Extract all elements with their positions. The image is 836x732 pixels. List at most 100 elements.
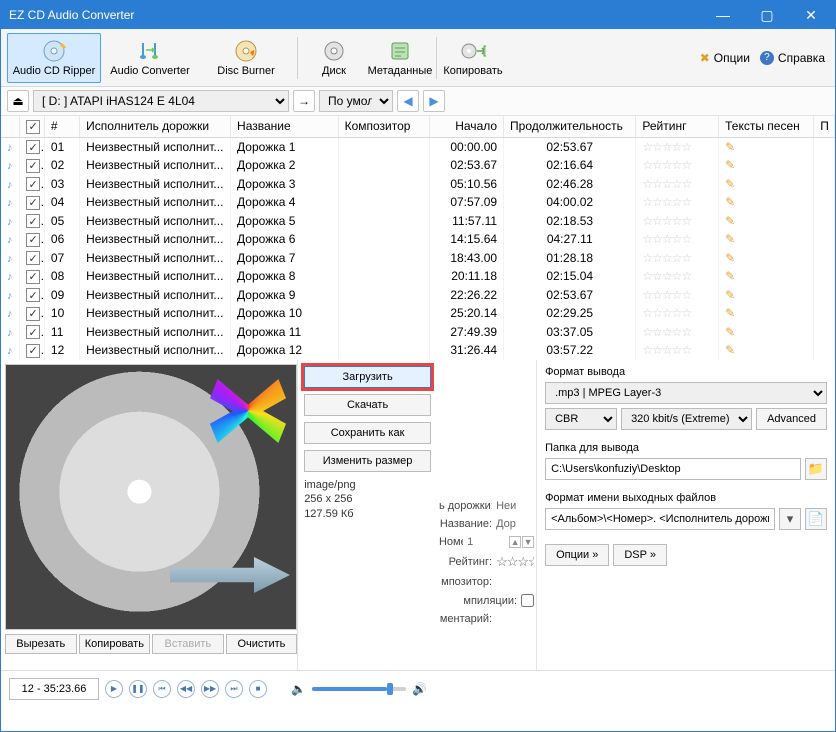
prop-number-nav[interactable]: ▲▼ bbox=[509, 536, 534, 548]
paste-button[interactable]: Вставить bbox=[152, 634, 224, 654]
table-row[interactable]: ♪✓12Неизвестный исполнит...Дорожка 1231:… bbox=[1, 341, 835, 360]
load-button[interactable]: Загрузить bbox=[304, 366, 431, 388]
nav-next-button[interactable]: ▶ bbox=[423, 90, 445, 112]
col-artist[interactable]: Исполнитель дорожки bbox=[80, 116, 231, 137]
check-all[interactable]: ✓ bbox=[26, 120, 40, 134]
col-composer[interactable]: Композитор bbox=[338, 116, 429, 137]
output-folder-input[interactable] bbox=[545, 458, 801, 480]
prev-track-button[interactable]: ⏮ bbox=[153, 680, 171, 698]
bitrate-select[interactable]: 320 kbit/s (Extreme) bbox=[621, 408, 752, 430]
mode-select[interactable]: CBR bbox=[545, 408, 617, 430]
pause-button[interactable]: ❚❚ bbox=[129, 680, 147, 698]
table-row[interactable]: ♪✓04Неизвестный исполнит...Дорожка 407:5… bbox=[1, 193, 835, 212]
table-row[interactable]: ♪✓05Неизвестный исполнит...Дорожка 511:5… bbox=[1, 212, 835, 231]
browse-folder-button[interactable]: 📁 bbox=[805, 458, 827, 480]
track-lyrics[interactable]: ✎ bbox=[719, 267, 814, 286]
help-link[interactable]: ? Справка bbox=[756, 49, 829, 67]
clear-button[interactable]: Очистить bbox=[226, 634, 298, 654]
rewind-button[interactable]: ◀◀ bbox=[177, 680, 195, 698]
nav-prev-button[interactable]: ◀ bbox=[397, 90, 419, 112]
track-rating[interactable]: ☆☆☆☆☆ bbox=[636, 212, 719, 231]
track-checkbox[interactable]: ✓ bbox=[26, 233, 40, 247]
track-rating[interactable]: ☆☆☆☆☆ bbox=[636, 341, 719, 360]
save-as-button[interactable]: Сохранить как bbox=[304, 422, 431, 444]
metadata-menu-button[interactable]: Метаданные bbox=[368, 33, 432, 83]
track-rating[interactable]: ☆☆☆☆☆ bbox=[636, 286, 719, 305]
track-checkbox[interactable]: ✓ bbox=[26, 140, 40, 154]
track-checkbox[interactable]: ✓ bbox=[26, 196, 40, 210]
close-button[interactable]: ✕ bbox=[789, 1, 833, 29]
track-rating[interactable]: ☆☆☆☆☆ bbox=[636, 304, 719, 323]
advanced-button[interactable]: Advanced bbox=[756, 408, 827, 430]
track-lyrics[interactable]: ✎ bbox=[719, 323, 814, 342]
track-lyrics[interactable]: ✎ bbox=[719, 286, 814, 305]
drive-select[interactable]: [ D: ] ATAPI iHAS124 E 4L04 bbox=[33, 90, 289, 112]
track-checkbox[interactable]: ✓ bbox=[26, 251, 40, 265]
track-lyrics[interactable]: ✎ bbox=[719, 212, 814, 231]
format-select[interactable]: .mp3 | MPEG Layer-3 bbox=[545, 382, 827, 404]
track-checkbox[interactable]: ✓ bbox=[26, 344, 40, 358]
track-lyrics[interactable]: ✎ bbox=[719, 304, 814, 323]
col-lyrics[interactable]: Тексты песен bbox=[719, 116, 814, 137]
track-lyrics[interactable]: ✎ bbox=[719, 230, 814, 249]
cut-button[interactable]: Вырезать bbox=[5, 634, 77, 654]
track-rating[interactable]: ☆☆☆☆☆ bbox=[636, 156, 719, 175]
col-more[interactable]: П bbox=[814, 116, 835, 137]
stop-button[interactable]: ■ bbox=[249, 680, 267, 698]
dsp-button[interactable]: DSP » bbox=[613, 544, 667, 566]
volume-slider[interactable] bbox=[312, 687, 406, 691]
track-checkbox[interactable]: ✓ bbox=[26, 325, 40, 339]
sort-select[interactable]: По умолча bbox=[319, 90, 393, 112]
prop-compilation-checkbox[interactable] bbox=[521, 594, 534, 607]
eject-button[interactable]: ⏏ bbox=[7, 90, 29, 112]
col-start[interactable]: Начало bbox=[429, 116, 503, 137]
prop-artist-value[interactable]: Неи bbox=[496, 500, 534, 512]
prop-rating-value[interactable]: ☆☆☆☆☆ bbox=[496, 554, 534, 570]
table-row[interactable]: ♪✓02Неизвестный исполнит...Дорожка 202:5… bbox=[1, 156, 835, 175]
track-lyrics[interactable]: ✎ bbox=[719, 341, 814, 360]
track-rating[interactable]: ☆☆☆☆☆ bbox=[636, 267, 719, 286]
table-row[interactable]: ♪✓07Неизвестный исполнит...Дорожка 718:4… bbox=[1, 249, 835, 268]
track-lyrics[interactable]: ✎ bbox=[719, 175, 814, 194]
audio-converter-button[interactable]: Audio Converter bbox=[103, 33, 197, 83]
prop-title-value[interactable]: Дор bbox=[496, 518, 534, 530]
table-row[interactable]: ♪✓09Неизвестный исполнит...Дорожка 922:2… bbox=[1, 286, 835, 305]
track-lyrics[interactable]: ✎ bbox=[719, 137, 814, 156]
disc-menu-button[interactable]: Диск bbox=[302, 33, 366, 83]
options-link[interactable]: ✖ Опции bbox=[696, 49, 754, 67]
table-row[interactable]: ♪✓11Неизвестный исполнит...Дорожка 1127:… bbox=[1, 323, 835, 342]
table-row[interactable]: ♪✓06Неизвестный исполнит...Дорожка 614:1… bbox=[1, 230, 835, 249]
track-rating[interactable]: ☆☆☆☆☆ bbox=[636, 249, 719, 268]
table-row[interactable]: ♪✓01Неизвестный исполнит...Дорожка 100:0… bbox=[1, 137, 835, 156]
table-row[interactable]: ♪✓10Неизвестный исполнит...Дорожка 1025:… bbox=[1, 304, 835, 323]
track-rating[interactable]: ☆☆☆☆☆ bbox=[636, 323, 719, 342]
refresh-drive-button[interactable]: → bbox=[293, 90, 315, 112]
naming-pattern-input[interactable] bbox=[545, 508, 775, 530]
forward-button[interactable]: ▶▶ bbox=[201, 680, 219, 698]
copy-art-button[interactable]: Копировать bbox=[79, 634, 151, 654]
audio-cd-ripper-button[interactable]: Audio CD Ripper bbox=[7, 33, 101, 83]
naming-dropdown-button[interactable]: ▾ bbox=[779, 508, 801, 530]
track-lyrics[interactable]: ✎ bbox=[719, 156, 814, 175]
resize-button[interactable]: Изменить размер bbox=[304, 450, 431, 472]
track-checkbox[interactable]: ✓ bbox=[26, 270, 40, 284]
track-rating[interactable]: ☆☆☆☆☆ bbox=[636, 230, 719, 249]
table-row[interactable]: ♪✓03Неизвестный исполнит...Дорожка 305:1… bbox=[1, 175, 835, 194]
more-options-button[interactable]: Опции » bbox=[545, 544, 609, 566]
col-duration[interactable]: Продолжительность bbox=[504, 116, 636, 137]
maximize-button[interactable]: ▢ bbox=[745, 1, 789, 29]
download-button[interactable]: Скачать bbox=[304, 394, 431, 416]
track-lyrics[interactable]: ✎ bbox=[719, 193, 814, 212]
track-rating[interactable]: ☆☆☆☆☆ bbox=[636, 193, 719, 212]
col-title[interactable]: Название bbox=[231, 116, 339, 137]
track-checkbox[interactable]: ✓ bbox=[26, 177, 40, 191]
next-track-button[interactable]: ⏭ bbox=[225, 680, 243, 698]
track-checkbox[interactable]: ✓ bbox=[26, 288, 40, 302]
col-rating[interactable]: Рейтинг bbox=[636, 116, 719, 137]
copy-button[interactable]: Копировать bbox=[441, 33, 505, 83]
disc-burner-button[interactable]: Disc Burner bbox=[199, 33, 293, 83]
col-number[interactable]: # bbox=[44, 116, 79, 137]
minimize-button[interactable]: — bbox=[701, 1, 745, 29]
track-rating[interactable]: ☆☆☆☆☆ bbox=[636, 137, 719, 156]
play-button[interactable]: ▶ bbox=[105, 680, 123, 698]
